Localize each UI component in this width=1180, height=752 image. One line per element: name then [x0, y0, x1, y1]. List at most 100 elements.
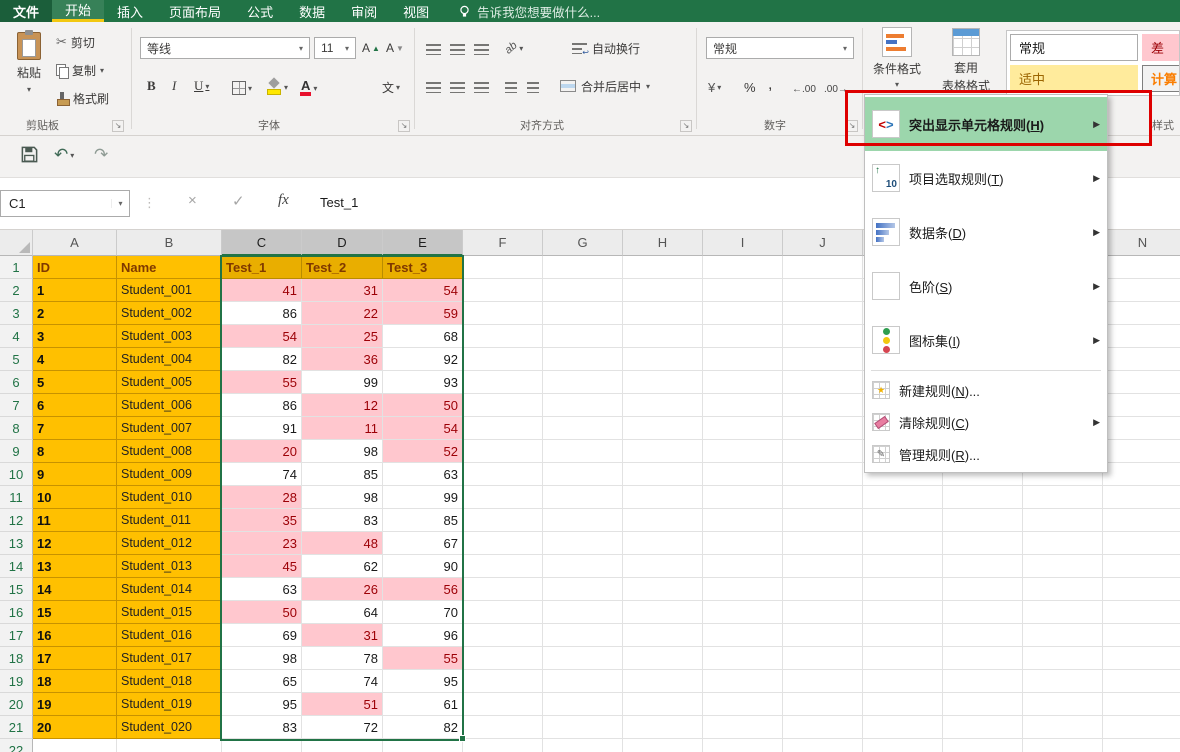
cell-C22[interactable] — [222, 739, 302, 752]
cell-H8[interactable] — [623, 417, 703, 440]
cell-J8[interactable] — [783, 417, 863, 440]
cell-H3[interactable] — [623, 302, 703, 325]
cell-F20[interactable] — [463, 693, 543, 716]
cell-A17[interactable]: 16 — [33, 624, 117, 647]
cell-N7[interactable] — [1103, 394, 1180, 417]
cell-B3[interactable]: Student_002 — [117, 302, 222, 325]
cell-M22[interactable] — [1023, 739, 1103, 752]
cell-C6[interactable]: 55 — [222, 371, 302, 394]
cell-A18[interactable]: 17 — [33, 647, 117, 670]
column-header-N[interactable]: N — [1103, 230, 1180, 256]
cell-N18[interactable] — [1103, 647, 1180, 670]
cell-M19[interactable] — [1023, 670, 1103, 693]
insert-function-button[interactable]: fx — [278, 192, 289, 209]
cell-C11[interactable]: 28 — [222, 486, 302, 509]
cell-D7[interactable]: 12 — [302, 394, 383, 417]
cell-J15[interactable] — [783, 578, 863, 601]
cell-G11[interactable] — [543, 486, 623, 509]
cell-I12[interactable] — [703, 509, 783, 532]
cell-F6[interactable] — [463, 371, 543, 394]
cell-F21[interactable] — [463, 716, 543, 739]
cell-J6[interactable] — [783, 371, 863, 394]
cell-A7[interactable]: 6 — [33, 394, 117, 417]
row-header-1[interactable]: 1 — [0, 256, 33, 279]
cell-F11[interactable] — [463, 486, 543, 509]
row-header-15[interactable]: 15 — [0, 578, 33, 601]
cell-L21[interactable] — [943, 716, 1023, 739]
cell-F15[interactable] — [463, 578, 543, 601]
cell-G13[interactable] — [543, 532, 623, 555]
row-header-5[interactable]: 5 — [0, 348, 33, 371]
cell-G17[interactable] — [543, 624, 623, 647]
cell-A2[interactable]: 1 — [33, 279, 117, 302]
cell-B11[interactable]: Student_010 — [117, 486, 222, 509]
cell-C16[interactable]: 50 — [222, 601, 302, 624]
cell-D17[interactable]: 31 — [302, 624, 383, 647]
cell-A4[interactable]: 3 — [33, 325, 117, 348]
row-header-18[interactable]: 18 — [0, 647, 33, 670]
cell-B5[interactable]: Student_004 — [117, 348, 222, 371]
cell-C21[interactable]: 83 — [222, 716, 302, 739]
menu-item-color-scales[interactable]: 色阶(S) ▶ — [865, 259, 1107, 313]
cell-K19[interactable] — [863, 670, 943, 693]
tab-页面布局[interactable]: 页面布局 — [156, 0, 234, 22]
cell-I18[interactable] — [703, 647, 783, 670]
cell-A19[interactable]: 18 — [33, 670, 117, 693]
cell-I22[interactable] — [703, 739, 783, 752]
cell-E7[interactable]: 50 — [383, 394, 463, 417]
cell-D2[interactable]: 31 — [302, 279, 383, 302]
cell-D8[interactable]: 11 — [302, 417, 383, 440]
cell-G5[interactable] — [543, 348, 623, 371]
cell-F18[interactable] — [463, 647, 543, 670]
cell-C2[interactable]: 41 — [222, 279, 302, 302]
cell-G3[interactable] — [543, 302, 623, 325]
cell-A10[interactable]: 9 — [33, 463, 117, 486]
cell-B2[interactable]: Student_001 — [117, 279, 222, 302]
clipboard-dialog-launcher[interactable]: ↘ — [112, 120, 124, 132]
cell-G15[interactable] — [543, 578, 623, 601]
tab-视图[interactable]: 视图 — [390, 0, 442, 22]
cell-A20[interactable]: 19 — [33, 693, 117, 716]
redo-button[interactable]: ↷ — [94, 145, 108, 165]
cell-I1[interactable] — [703, 256, 783, 279]
cell-C5[interactable]: 82 — [222, 348, 302, 371]
cell-J13[interactable] — [783, 532, 863, 555]
cell-B16[interactable]: Student_015 — [117, 601, 222, 624]
cell-I3[interactable] — [703, 302, 783, 325]
cell-G6[interactable] — [543, 371, 623, 394]
cell-C18[interactable]: 98 — [222, 647, 302, 670]
cell-J20[interactable] — [783, 693, 863, 716]
cell-L14[interactable] — [943, 555, 1023, 578]
cell-I8[interactable] — [703, 417, 783, 440]
cell-D19[interactable]: 74 — [302, 670, 383, 693]
align-top-button[interactable] — [426, 38, 441, 60]
row-header-6[interactable]: 6 — [0, 371, 33, 394]
number-dialog-launcher[interactable]: ↘ — [846, 120, 858, 132]
cell-J12[interactable] — [783, 509, 863, 532]
cell-E3[interactable]: 59 — [383, 302, 463, 325]
cell-M12[interactable] — [1023, 509, 1103, 532]
cell-N12[interactable] — [1103, 509, 1180, 532]
cell-F12[interactable] — [463, 509, 543, 532]
cell-D9[interactable]: 98 — [302, 440, 383, 463]
cell-A9[interactable]: 8 — [33, 440, 117, 463]
font-name-combobox[interactable]: 等线 ▾ — [140, 37, 310, 59]
cell-J21[interactable] — [783, 716, 863, 739]
menu-item-top-bottom-rules[interactable]: ↑ 10 项目选取规则(T) ▶ — [865, 151, 1107, 205]
cell-H21[interactable] — [623, 716, 703, 739]
cell-N11[interactable] — [1103, 486, 1180, 509]
italic-button[interactable]: I — [172, 75, 176, 97]
cell-C13[interactable]: 23 — [222, 532, 302, 555]
align-right-button[interactable] — [474, 76, 489, 98]
cell-A16[interactable]: 15 — [33, 601, 117, 624]
underline-button[interactable]: U ▾ — [194, 75, 209, 97]
cell-B21[interactable]: Student_020 — [117, 716, 222, 739]
cell-B9[interactable]: Student_008 — [117, 440, 222, 463]
cell-A15[interactable]: 14 — [33, 578, 117, 601]
cell-M16[interactable] — [1023, 601, 1103, 624]
cell-L16[interactable] — [943, 601, 1023, 624]
cell-E10[interactable]: 63 — [383, 463, 463, 486]
column-header-G[interactable]: G — [543, 230, 623, 256]
cell-G18[interactable] — [543, 647, 623, 670]
cell-H12[interactable] — [623, 509, 703, 532]
